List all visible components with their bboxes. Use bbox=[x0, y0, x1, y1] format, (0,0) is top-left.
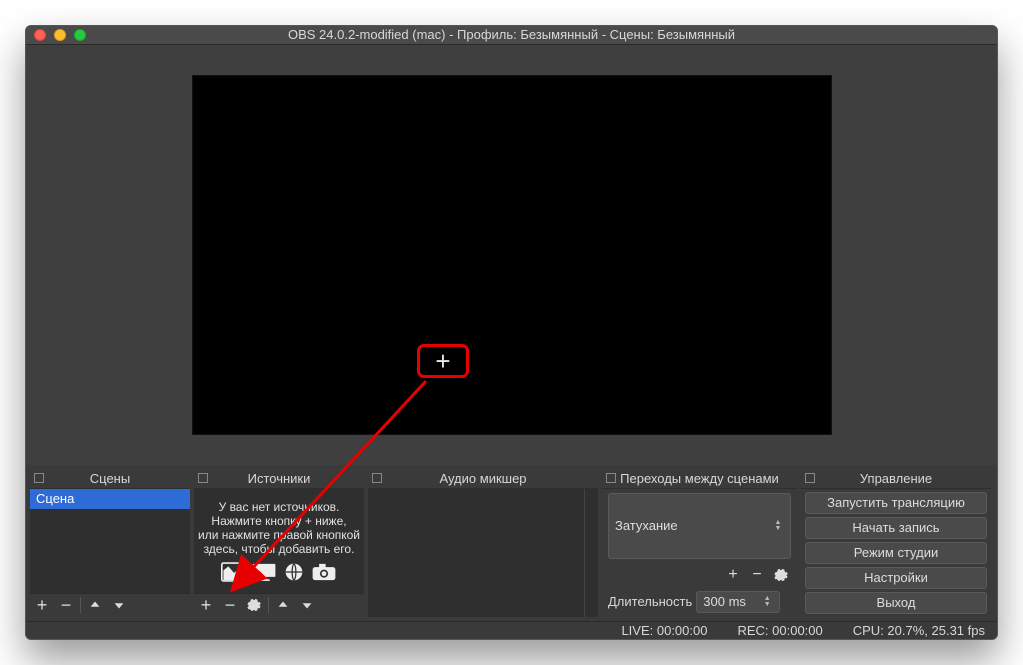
maximize-window-button[interactable] bbox=[74, 29, 86, 41]
sources-empty-line: или нажмите правой кнопкой bbox=[198, 528, 360, 542]
controls-body: Запустить трансляцию Начать запись Режим… bbox=[801, 489, 991, 617]
globe-icon bbox=[281, 562, 307, 582]
detach-icon[interactable] bbox=[372, 473, 382, 483]
status-cpu: CPU: 20.7%, 25.31 fps bbox=[853, 623, 985, 638]
remove-transition-button[interactable]: − bbox=[747, 565, 767, 585]
start-recording-button[interactable]: Начать запись bbox=[805, 517, 987, 539]
window-capture-icon bbox=[221, 562, 247, 582]
preview-area bbox=[26, 45, 997, 465]
dock-scenes-title: Сцены bbox=[90, 471, 130, 486]
scenes-toolbar: + − bbox=[30, 593, 190, 617]
gear-icon bbox=[774, 568, 788, 582]
scenes-list[interactable]: Сцена bbox=[30, 489, 190, 593]
move-source-up-button[interactable] bbox=[271, 594, 295, 616]
camera-icon bbox=[311, 562, 337, 582]
updown-icon: ▲▼ bbox=[772, 520, 784, 532]
status-rec: REC: 00:00:00 bbox=[737, 623, 822, 638]
sources-empty-line: У вас нет источников. bbox=[219, 500, 340, 514]
close-window-button[interactable] bbox=[34, 29, 46, 41]
dock-scenes-header: Сцены bbox=[30, 469, 190, 489]
dock-sources: Источники У вас нет источников. Нажмите … bbox=[194, 469, 364, 617]
dock-mixer: Аудио микшер bbox=[368, 469, 598, 617]
mixer-body bbox=[368, 489, 598, 617]
move-scene-down-button[interactable] bbox=[107, 594, 131, 616]
sources-empty-placeholder[interactable]: У вас нет источников. Нажмите кнопку + н… bbox=[194, 489, 364, 593]
window-title: OBS 24.0.2-modified (mac) - Профиль: Без… bbox=[26, 27, 997, 42]
scene-item-label: Сцена bbox=[36, 491, 74, 506]
dock-sources-title: Источники bbox=[248, 471, 311, 486]
detach-icon[interactable] bbox=[34, 473, 44, 483]
transition-duration-row: Длительность 300 ms ▲▼ bbox=[608, 591, 791, 613]
settings-button[interactable]: Настройки bbox=[805, 567, 987, 589]
duration-label: Длительность bbox=[608, 594, 692, 609]
transition-select-value: Затухание bbox=[615, 518, 678, 533]
toolbar-separator bbox=[80, 597, 81, 613]
remove-source-button[interactable]: − bbox=[218, 594, 242, 616]
move-scene-up-button[interactable] bbox=[83, 594, 107, 616]
mixer-scrollbar[interactable] bbox=[584, 489, 598, 617]
detach-icon[interactable] bbox=[198, 473, 208, 483]
titlebar: OBS 24.0.2-modified (mac) - Профиль: Без… bbox=[26, 26, 997, 45]
gear-icon bbox=[247, 598, 261, 612]
exit-button[interactable]: Выход bbox=[805, 592, 987, 614]
mixer-empty bbox=[368, 489, 584, 617]
move-source-down-button[interactable] bbox=[295, 594, 319, 616]
duration-spinbox[interactable]: 300 ms ▲▼ bbox=[696, 591, 780, 613]
updown-icon: ▲▼ bbox=[761, 596, 773, 608]
dock-scenes: Сцены Сцена + − bbox=[30, 469, 190, 617]
dock-sources-header: Источники bbox=[194, 469, 364, 489]
display-capture-icon bbox=[251, 562, 277, 582]
detach-icon[interactable] bbox=[606, 473, 616, 483]
transition-properties-button[interactable] bbox=[771, 565, 791, 585]
add-source-button[interactable]: + bbox=[194, 594, 218, 616]
obs-window: OBS 24.0.2-modified (mac) - Профиль: Без… bbox=[25, 25, 998, 640]
toolbar-separator bbox=[268, 597, 269, 613]
sources-toolbar: + − bbox=[194, 593, 364, 617]
remove-scene-button[interactable]: − bbox=[54, 594, 78, 616]
dock-transitions-title: Переходы между сценами bbox=[620, 471, 779, 486]
dock-controls-header: Управление bbox=[801, 469, 991, 489]
preview-canvas[interactable] bbox=[192, 75, 832, 435]
dock-mixer-header: Аудио микшер bbox=[368, 469, 598, 489]
transition-select[interactable]: Затухание ▲▼ bbox=[608, 493, 791, 559]
statusbar: LIVE: 00:00:00 REC: 00:00:00 CPU: 20.7%,… bbox=[26, 621, 997, 640]
add-scene-button[interactable]: + bbox=[30, 594, 54, 616]
sources-empty-line: Нажмите кнопку + ниже, bbox=[211, 514, 346, 528]
traffic-lights bbox=[34, 29, 86, 41]
dock-transitions-header: Переходы между сценами bbox=[602, 469, 797, 489]
dock-transitions: Переходы между сценами Затухание ▲▼ + − … bbox=[602, 469, 797, 617]
transitions-body: Затухание ▲▼ + − Длительность 300 ms ▲▼ bbox=[602, 489, 797, 617]
sources-empty-line: здесь, чтобы добавить его. bbox=[204, 542, 355, 556]
status-live: LIVE: 00:00:00 bbox=[621, 623, 707, 638]
sources-placeholder-icons bbox=[221, 562, 337, 582]
docks-row: Сцены Сцена + − bbox=[26, 465, 997, 621]
transition-mini-toolbar: + − bbox=[608, 565, 791, 585]
source-properties-button[interactable] bbox=[242, 594, 266, 616]
duration-value: 300 ms bbox=[703, 594, 746, 609]
dock-controls-title: Управление bbox=[860, 471, 932, 486]
studio-mode-button[interactable]: Режим студии bbox=[805, 542, 987, 564]
add-transition-button[interactable]: + bbox=[723, 565, 743, 585]
dock-controls: Управление Запустить трансляцию Начать з… bbox=[801, 469, 991, 617]
start-streaming-button[interactable]: Запустить трансляцию bbox=[805, 492, 987, 514]
dock-mixer-title: Аудио микшер bbox=[439, 471, 526, 486]
scene-item[interactable]: Сцена bbox=[30, 489, 190, 509]
detach-icon[interactable] bbox=[805, 473, 815, 483]
minimize-window-button[interactable] bbox=[54, 29, 66, 41]
